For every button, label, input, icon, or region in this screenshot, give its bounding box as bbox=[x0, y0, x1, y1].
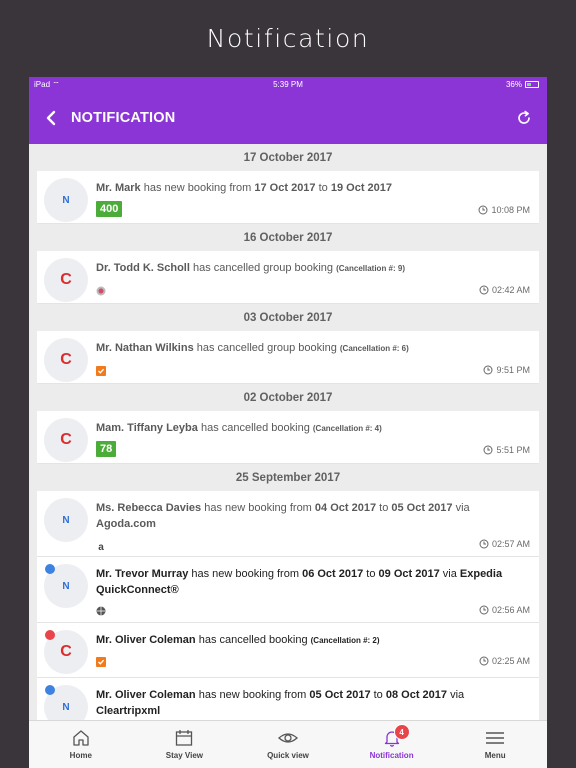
booking-engine-icon bbox=[96, 286, 106, 296]
clock-icon bbox=[479, 605, 489, 615]
tab-label: Menu bbox=[484, 751, 506, 760]
notification-message: Mr. Trevor Murray has new booking from 0… bbox=[96, 568, 503, 596]
check-icon bbox=[96, 657, 106, 667]
unread-indicator bbox=[45, 564, 55, 574]
bottom-tab-bar: Home Stay View Quick view 4 Notification… bbox=[29, 720, 547, 768]
notification-message: Dr. Todd K. Scholl has cancelled group b… bbox=[96, 262, 405, 274]
source-badge: a bbox=[96, 537, 106, 555]
clock-icon bbox=[479, 656, 489, 666]
source-badge bbox=[96, 363, 106, 381]
notification-message: Mr. Oliver Coleman has new booking from … bbox=[96, 689, 465, 717]
status-time: 5:39 PM bbox=[273, 80, 303, 89]
notification-card[interactable]: C Mr. Oliver Coleman has cancelled booki… bbox=[37, 623, 539, 678]
chevron-left-icon bbox=[46, 110, 56, 126]
device-screen: iPad ⌔ 5:39 PM 36% NOTIFICATION 17 Octob… bbox=[29, 77, 547, 768]
notification-time: 10:08 PM bbox=[478, 205, 530, 215]
check-icon bbox=[96, 366, 106, 376]
clock-icon bbox=[483, 365, 493, 375]
avatar: N bbox=[44, 178, 88, 222]
eye-icon bbox=[278, 733, 298, 743]
notification-message: Mr. Mark has new booking from 17 Oct 201… bbox=[96, 182, 393, 194]
battery-icon bbox=[525, 81, 539, 88]
notification-card[interactable]: C Dr. Todd K. Scholl has cancelled group… bbox=[37, 251, 539, 304]
home-icon bbox=[73, 730, 89, 746]
tab-label: Notification bbox=[369, 751, 414, 760]
avatar: N bbox=[44, 498, 88, 542]
avatar: C bbox=[44, 418, 88, 462]
date-header: 25 September 2017 bbox=[235, 472, 341, 484]
notification-time: 02:42 AM bbox=[479, 285, 530, 295]
date-header: 16 October 2017 bbox=[243, 232, 333, 244]
app-bar: NOTIFICATION bbox=[29, 92, 547, 144]
tab-label: Quick view bbox=[267, 751, 309, 760]
clock-icon bbox=[478, 205, 488, 215]
source-badge bbox=[96, 283, 106, 301]
notification-card[interactable]: N Mr. Oliver Coleman has new booking fro… bbox=[37, 678, 539, 720]
refresh-icon bbox=[518, 110, 530, 124]
date-header: 03 October 2017 bbox=[243, 312, 333, 324]
notification-time: 02:56 AM bbox=[479, 605, 530, 615]
clock-icon bbox=[479, 285, 489, 295]
notification-message: Mr. Nathan Wilkins has cancelled group b… bbox=[96, 342, 409, 354]
notification-message: Mam. Tiffany Leyba has cancelled booking… bbox=[96, 422, 382, 434]
notification-time: 02:25 AM bbox=[479, 656, 530, 666]
unread-indicator bbox=[45, 685, 55, 695]
notification-time: 02:57 AM bbox=[479, 539, 530, 549]
notification-time: 9:51 PM bbox=[483, 365, 530, 375]
tab-quick-view[interactable]: Quick view bbox=[236, 721, 340, 768]
notification-time: 5:51 PM bbox=[483, 445, 530, 455]
notification-card[interactable]: N Mr. Mark has new booking from 17 Oct 2… bbox=[37, 171, 539, 224]
avatar: C bbox=[44, 258, 88, 302]
tab-notification[interactable]: 4 Notification bbox=[340, 721, 444, 768]
amount-badge: 400 bbox=[96, 199, 123, 217]
refresh-button[interactable] bbox=[513, 107, 535, 129]
date-header: 02 October 2017 bbox=[243, 392, 333, 404]
calendar-icon bbox=[176, 730, 193, 746]
tab-label: Stay View bbox=[165, 751, 203, 760]
source-badge bbox=[96, 603, 106, 621]
notification-list[interactable]: 17 October 2017 N Mr. Mark has new booki… bbox=[29, 144, 547, 720]
menu-icon bbox=[486, 732, 505, 744]
notification-card[interactable]: N Mr. Trevor Murray has new booking from… bbox=[37, 557, 539, 623]
source-badge bbox=[96, 654, 106, 672]
clock-icon bbox=[479, 539, 489, 549]
date-header: 17 October 2017 bbox=[243, 152, 333, 164]
avatar: C bbox=[44, 338, 88, 382]
notification-card[interactable]: N Ms. Rebecca Davies has new booking fro… bbox=[37, 491, 539, 557]
tab-menu[interactable]: Menu bbox=[443, 721, 547, 768]
unread-indicator bbox=[45, 630, 55, 640]
back-button[interactable] bbox=[31, 92, 71, 144]
agoda-icon: a bbox=[98, 542, 104, 553]
notification-count-badge: 4 bbox=[393, 724, 410, 740]
page-heading: Notification bbox=[206, 24, 370, 53]
amount-badge: 78 bbox=[96, 439, 117, 457]
clock-icon bbox=[483, 445, 493, 455]
notification-card[interactable]: C Mam. Tiffany Leyba has cancelled booki… bbox=[37, 411, 539, 464]
status-bar: iPad ⌔ 5:39 PM 36% bbox=[29, 77, 547, 92]
app-title: NOTIFICATION bbox=[71, 110, 176, 126]
notification-message: Ms. Rebecca Davies has new booking from … bbox=[96, 502, 470, 530]
notification-card[interactable]: C Mr. Nathan Wilkins has cancelled group… bbox=[37, 331, 539, 384]
globe-icon bbox=[96, 606, 106, 616]
status-battery: 36% bbox=[506, 80, 539, 89]
battery-percent: 36% bbox=[505, 80, 522, 89]
tab-label: Home bbox=[69, 751, 92, 760]
notification-message: Mr. Oliver Coleman has cancelled booking… bbox=[96, 634, 380, 646]
tab-home[interactable]: Home bbox=[29, 721, 133, 768]
tab-stay-view[interactable]: Stay View bbox=[133, 721, 237, 768]
